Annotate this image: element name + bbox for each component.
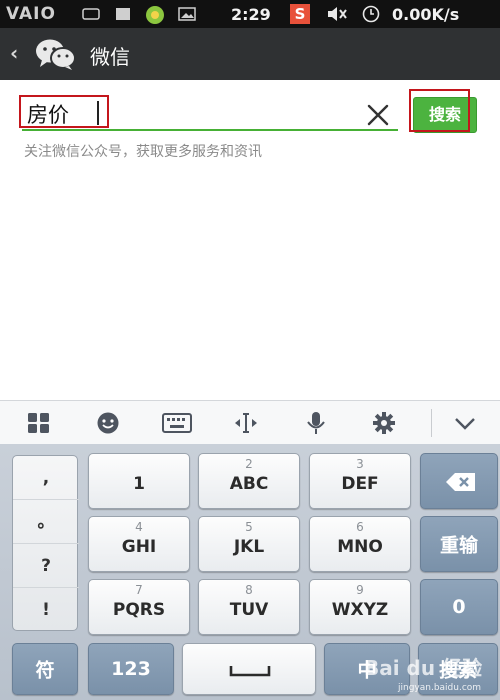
key-3[interactable]: 3 DEF <box>309 453 411 509</box>
image-icon <box>178 7 196 21</box>
symbol-key-label: 符 <box>35 659 55 682</box>
message-icon <box>82 8 100 20</box>
key-1[interactable]: 1 <box>88 453 190 509</box>
grid-icon[interactable] <box>26 411 52 435</box>
key-sub: 9 <box>356 583 364 597</box>
close-icon[interactable] <box>364 101 392 129</box>
key-main: GHI <box>121 537 157 557</box>
reenter-key[interactable]: 重输 <box>420 516 498 572</box>
backspace-icon <box>446 473 475 491</box>
key-8[interactable]: 8 TUV <box>198 579 300 635</box>
punct-key-comma[interactable]: , <box>13 456 79 500</box>
title-bar: ‹ 微信 <box>0 28 500 80</box>
key-sub: 6 <box>356 520 364 534</box>
number-key[interactable]: 123 <box>88 643 174 695</box>
status-bar: VAIO 2:29 S 0.00K/s <box>0 0 500 28</box>
key-sub: 7 <box>135 583 143 597</box>
symbol-key[interactable]: 符 <box>12 643 78 695</box>
back-button[interactable]: ‹ <box>10 41 18 65</box>
key-sub: 3 <box>356 457 364 471</box>
space-key[interactable] <box>182 643 316 695</box>
key-main: ABC <box>229 474 269 494</box>
page-title: 微信 <box>90 45 130 69</box>
watermark: Bai du 经验 <box>364 656 483 680</box>
chevron-down-icon[interactable] <box>452 411 478 435</box>
sogou-icon: S <box>290 4 310 24</box>
key-main: MNO <box>337 537 383 557</box>
space-icon <box>229 666 271 677</box>
gear-icon[interactable] <box>371 411 397 435</box>
key-main: TUV <box>229 600 269 620</box>
search-value-highlight <box>19 95 109 128</box>
key-sub: 5 <box>245 520 253 534</box>
key-main: 1 <box>133 474 145 494</box>
key-0-label: 0 <box>452 596 466 618</box>
punctuation-column: , 。 ? ! <box>12 455 79 632</box>
number-key-label: 123 <box>111 658 151 680</box>
wechat-logo-icon <box>36 39 76 70</box>
key-0[interactable]: 0 <box>420 579 498 635</box>
status-time: 2:29 <box>231 5 271 24</box>
mute-icon <box>328 7 347 21</box>
app-notification-icon <box>146 6 164 24</box>
keyboard-icon[interactable] <box>162 411 192 435</box>
key-6[interactable]: 6 MNO <box>309 516 411 572</box>
key-5[interactable]: 5 JKL <box>198 516 300 572</box>
mic-icon[interactable] <box>303 411 329 435</box>
brand-logo: VAIO <box>6 4 56 24</box>
toolbar-divider <box>431 409 432 437</box>
key-sub: 8 <box>245 583 253 597</box>
punct-key-exclaim[interactable]: ! <box>13 588 79 632</box>
punct-key-question[interactable]: ? <box>13 544 79 588</box>
key-4[interactable]: 4 GHI <box>88 516 190 572</box>
key-main: JKL <box>233 537 265 557</box>
watermark-url: jingyan.baidu.com <box>398 683 482 693</box>
emoji-icon[interactable] <box>95 411 121 435</box>
key-sub: 2 <box>245 457 253 471</box>
search-hint: 关注微信公众号，获取更多服务和资讯 <box>24 144 262 160</box>
key-7[interactable]: 7 PQRS <box>88 579 190 635</box>
key-2[interactable]: 2 ABC <box>198 453 300 509</box>
network-speed: 0.00K/s <box>392 5 460 24</box>
search-button-highlight <box>409 89 470 132</box>
punct-key-period[interactable]: 。 <box>13 500 79 544</box>
key-sub: 4 <box>135 520 143 534</box>
backspace-key[interactable] <box>420 453 498 509</box>
clock-icon <box>362 5 380 23</box>
notification-icon <box>116 8 130 20</box>
reenter-key-label: 重输 <box>439 534 478 557</box>
key-main: PQRS <box>112 600 166 620</box>
cursor-icon[interactable] <box>233 411 259 435</box>
ime-toolbar <box>0 400 500 444</box>
key-9[interactable]: 9 WXYZ <box>309 579 411 635</box>
key-main: DEF <box>341 474 379 494</box>
key-main: WXYZ <box>331 600 389 620</box>
